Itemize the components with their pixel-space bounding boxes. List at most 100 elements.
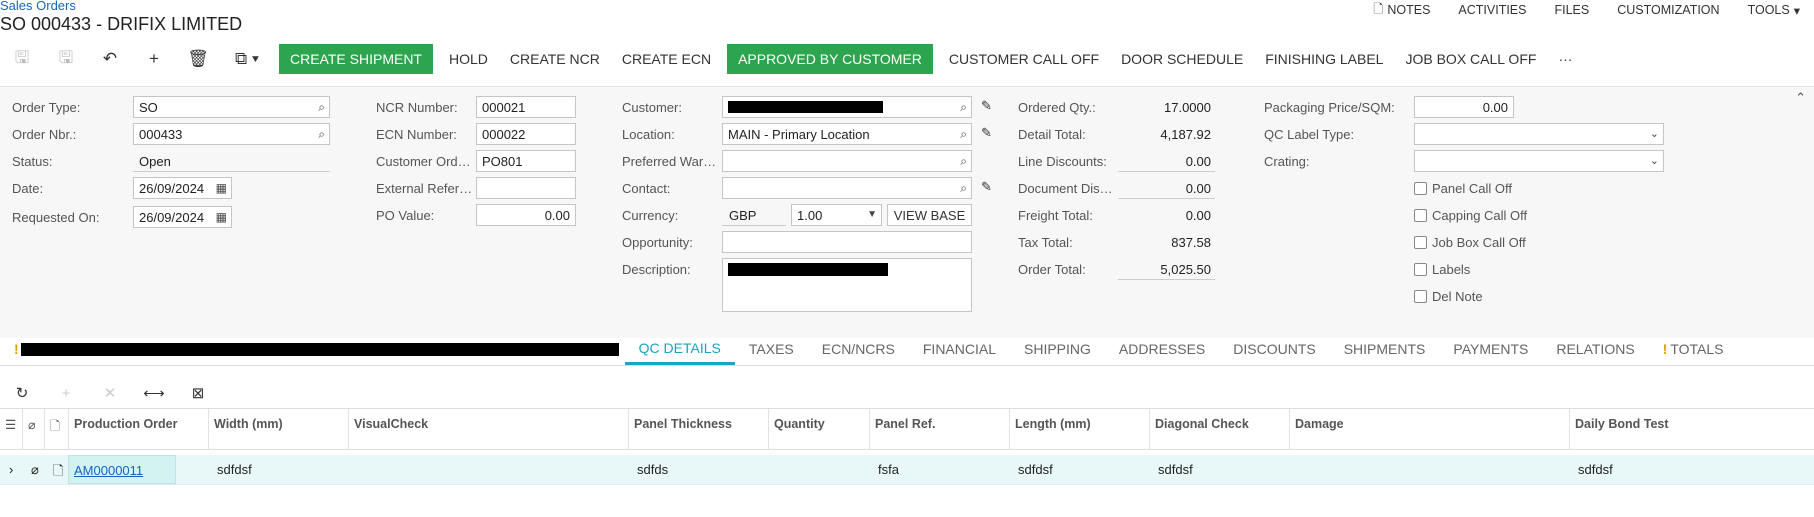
tab-totals[interactable]: ! TOTALS	[1649, 333, 1738, 365]
tools-menu[interactable]: TOOLS ▾	[1734, 1, 1814, 19]
col-length[interactable]: Length (mm)	[1009, 409, 1149, 449]
col-width[interactable]: Width (mm)	[208, 409, 348, 449]
tab-addresses[interactable]: ADDRESSES	[1105, 333, 1219, 365]
note-icon[interactable]: 🗋	[48, 455, 68, 484]
attachment-icon[interactable]: ⌀	[26, 455, 44, 484]
length-cell[interactable]: sdfdsf	[1013, 455, 1058, 484]
job-box-call-off-checkbox[interactable]: Job Box Call Off	[1414, 235, 1526, 250]
location-field[interactable]: MAIN - Primary Location ⌕	[722, 123, 972, 145]
diagonal-check-cell[interactable]: sdfdsf	[1153, 455, 1198, 484]
col-quantity[interactable]: Quantity	[768, 409, 869, 449]
labels-checkbox[interactable]: Labels	[1414, 262, 1470, 277]
files-menu[interactable]: FILES	[1540, 1, 1603, 19]
finishing-label-button[interactable]: FINISHING LABEL	[1254, 44, 1394, 74]
date-field[interactable]: 26/09/2024 ▦	[133, 177, 232, 199]
search-icon[interactable]: ⌕	[318, 127, 325, 142]
tab-ecn-ncrs[interactable]: ECN/NCRS	[808, 333, 909, 365]
tab-shipping[interactable]: SHIPPING	[1010, 333, 1105, 365]
col-visualcheck[interactable]: VisualCheck	[348, 409, 628, 449]
customer-field[interactable]: ⌕	[722, 96, 972, 118]
undo-icon[interactable]: ↶	[88, 44, 132, 74]
edit-pencil-icon[interactable]: ✎	[981, 98, 992, 114]
door-schedule-button[interactable]: DOOR SCHEDULE	[1110, 44, 1254, 74]
search-icon[interactable]: ⌕	[960, 181, 967, 196]
ncr-number-field[interactable]: 000021	[476, 96, 576, 118]
production-order-link[interactable]: AM0000011	[68, 455, 176, 484]
collapse-icon[interactable]: ⌃	[1795, 90, 1806, 106]
create-shipment-button[interactable]: CREATE SHIPMENT	[279, 44, 433, 74]
customer-order-field[interactable]: PO801	[476, 150, 576, 172]
ecn-number-field[interactable]: 000022	[476, 123, 576, 145]
delete-row-icon[interactable]: ✕	[88, 378, 132, 408]
breadcrumb[interactable]: Sales Orders	[0, 0, 76, 13]
table-row[interactable]: › ⌀ 🗋 AM0000011 sdfdsf sdfds fsfa sdfdsf…	[0, 455, 1814, 485]
col-diagonal-check[interactable]: Diagonal Check	[1149, 409, 1289, 449]
currency-rate-field[interactable]: 1.00 ▼	[791, 204, 882, 226]
col-damage[interactable]: Damage	[1289, 409, 1569, 449]
delete-icon[interactable]: 🗑	[176, 44, 220, 74]
tab-shipments[interactable]: SHIPMENTS	[1330, 333, 1440, 365]
col-panel-ref[interactable]: Panel Ref.	[869, 409, 1009, 449]
save-icon[interactable]: 🖫	[44, 44, 88, 74]
notes-menu[interactable]: 🗋 NOTES	[1359, 1, 1444, 19]
description-field[interactable]	[722, 258, 972, 312]
opportunity-field[interactable]	[722, 231, 972, 253]
panel-ref-cell[interactable]: fsfa	[873, 455, 904, 484]
visualcheck-cell[interactable]	[352, 455, 362, 484]
save-close-icon[interactable]: 🖫	[0, 44, 44, 74]
po-value-field[interactable]: 0.00	[476, 204, 576, 226]
add-icon[interactable]: +	[132, 44, 176, 74]
qc-label-type-select[interactable]: ⌄	[1414, 123, 1664, 145]
activities-menu[interactable]: ACTIVITIES	[1444, 1, 1540, 19]
calendar-icon[interactable]: ▦	[216, 181, 227, 195]
tab-financial[interactable]: FINANCIAL	[909, 333, 1010, 365]
customer-call-off-button[interactable]: CUSTOMER CALL OFF	[938, 44, 1110, 74]
search-icon[interactable]: ⌕	[960, 100, 967, 115]
col-production-order[interactable]: Production Order	[68, 409, 208, 449]
row-selector-icon[interactable]: ☰	[0, 409, 22, 449]
search-icon[interactable]: ⌕	[960, 154, 967, 169]
edit-pencil-icon[interactable]: ✎	[981, 125, 992, 141]
job-box-call-off-button[interactable]: JOB BOX CALL OFF	[1394, 44, 1547, 74]
crating-select[interactable]: ⌄	[1414, 150, 1664, 172]
order-type-field[interactable]: SO ⌕	[133, 96, 330, 118]
order-nbr-field[interactable]: 000433 ⌕	[133, 123, 330, 145]
del-note-checkbox[interactable]: Del Note	[1414, 289, 1483, 304]
search-icon[interactable]: ⌕	[960, 127, 967, 142]
refresh-icon[interactable]: ↻	[0, 378, 44, 408]
capping-call-off-checkbox[interactable]: Capping Call Off	[1414, 208, 1527, 223]
create-ncr-button[interactable]: CREATE NCR	[499, 44, 611, 74]
panel-thickness-cell[interactable]: sdfds	[632, 455, 673, 484]
width-cell[interactable]: sdfdsf	[212, 455, 257, 484]
panel-call-off-checkbox[interactable]: Panel Call Off	[1414, 181, 1512, 196]
export-excel-icon[interactable]: ⊠	[176, 378, 220, 408]
copy-paste-icon[interactable]: ⧉ ▾	[220, 44, 274, 74]
approved-by-customer-button[interactable]: APPROVED BY CUSTOMER	[727, 44, 933, 74]
tab-qc-details[interactable]: QC DETAILS	[624, 333, 735, 365]
calendar-icon[interactable]: ▦	[216, 210, 227, 224]
edit-pencil-icon[interactable]: ✎	[981, 179, 992, 195]
damage-cell[interactable]	[1293, 455, 1303, 484]
contact-field[interactable]: ⌕	[722, 177, 972, 199]
search-icon[interactable]: ⌕	[318, 100, 325, 115]
create-ecn-button[interactable]: CREATE ECN	[611, 44, 722, 74]
view-base-button[interactable]: VIEW BASE	[887, 204, 972, 226]
tab-payments[interactable]: PAYMENTS	[1439, 333, 1542, 365]
daily-bond-test-cell[interactable]: sdfdsf	[1573, 455, 1618, 484]
expand-row-icon[interactable]: ›	[4, 455, 18, 484]
quantity-cell[interactable]	[772, 455, 782, 484]
tab-taxes[interactable]: TAXES	[735, 333, 808, 365]
preferred-warehouse-field[interactable]: ⌕	[722, 150, 972, 172]
external-ref-field[interactable]	[476, 177, 576, 199]
add-row-icon[interactable]: +	[44, 378, 88, 408]
tab-relations[interactable]: RELATIONS	[1542, 333, 1648, 365]
more-button[interactable]: ···	[1547, 44, 1583, 74]
col-daily-bond-test[interactable]: Daily Bond Test	[1569, 409, 1814, 449]
hold-button[interactable]: HOLD	[438, 44, 499, 74]
requested-on-field[interactable]: 26/09/2024 ▦	[133, 206, 232, 228]
tab-discounts[interactable]: DISCOUNTS	[1219, 333, 1329, 365]
tab-redacted[interactable]: !	[0, 333, 625, 365]
fit-columns-icon[interactable]: ⟷	[132, 378, 176, 408]
packaging-price-field[interactable]: 0.00	[1414, 96, 1514, 118]
customization-menu[interactable]: CUSTOMIZATION	[1603, 1, 1733, 19]
